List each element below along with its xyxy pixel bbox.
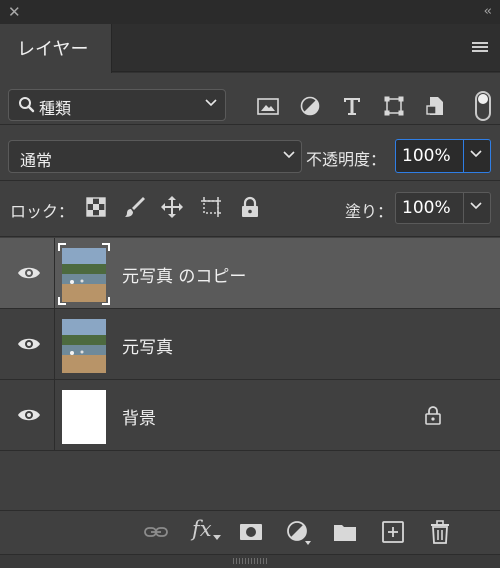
blend-mode-select[interactable]: 通常 [8, 140, 302, 173]
opacity-label: 不透明度： [306, 150, 387, 169]
layer-name[interactable]: 背景 [122, 404, 156, 429]
fx-dropdown-caret-icon [213, 535, 221, 540]
layer-thumbnail [62, 390, 106, 444]
tab-layers[interactable]: レイヤー [0, 24, 112, 73]
fill-value[interactable]: 100% [402, 198, 451, 218]
new-group-folder-icon[interactable] [332, 519, 358, 545]
chevron-down-icon [205, 99, 217, 107]
chevron-down-icon[interactable] [470, 202, 482, 210]
filter-kind-select[interactable]: 種類 [8, 89, 226, 121]
adjustment-filter-icon[interactable] [299, 95, 321, 117]
layer-style-fx-icon[interactable]: fx [192, 517, 212, 541]
layer-thumbnail [62, 319, 106, 373]
eye-icon[interactable] [17, 407, 41, 423]
resize-grip[interactable] [0, 554, 500, 568]
lock-artboard-icon[interactable] [199, 195, 223, 219]
opacity-input[interactable]: 100% [395, 139, 491, 173]
fill-input[interactable]: 100% [395, 192, 491, 224]
lock-all-icon[interactable] [238, 195, 262, 219]
layer-list: 元写真 のコピー 元写真 背景 [0, 238, 500, 451]
layers-panel: 種類 通常 不透明度： 100% ロック： 塗り： 100% 元写真 のコピー … [0, 73, 500, 568]
layer-actions-bar: fx [0, 510, 500, 554]
eye-icon[interactable] [17, 336, 41, 352]
search-icon [19, 97, 35, 113]
layer-row[interactable]: 元写真 のコピー [0, 238, 500, 309]
chevron-down-icon[interactable] [470, 150, 482, 158]
filter-toggle-switch[interactable] [475, 91, 491, 121]
layer-name[interactable]: 元写真 [122, 333, 173, 358]
visibility-cell [0, 238, 55, 309]
blend-row: 通常 不透明度： 100% [0, 126, 500, 181]
layer-name[interactable]: 元写真 のコピー [122, 262, 246, 287]
fill-label: 塗り： [345, 202, 394, 221]
new-adjustment-layer-icon[interactable] [285, 519, 311, 545]
add-mask-icon[interactable] [238, 519, 264, 545]
eye-icon[interactable] [17, 265, 41, 281]
layer-row[interactable]: 背景 [0, 380, 500, 451]
layer-row[interactable]: 元写真 [0, 309, 500, 380]
lock-position-move-icon[interactable] [160, 195, 184, 219]
chevron-down-icon [283, 151, 295, 159]
type-filter-icon[interactable] [341, 95, 363, 117]
new-layer-icon[interactable] [380, 519, 406, 545]
smart-object-filter-icon[interactable] [425, 95, 447, 117]
layer-thumbnail [62, 248, 106, 302]
lock-image-pixels-brush-icon[interactable] [123, 195, 147, 219]
blend-mode-value: 通常 [20, 151, 53, 170]
visibility-cell [0, 309, 55, 380]
visibility-cell [0, 380, 55, 451]
close-icon[interactable]: ✕ [8, 3, 21, 21]
filter-row: 種類 [0, 73, 500, 125]
panel-titlebar: ✕ ‹‹ [0, 0, 500, 24]
link-layers-icon[interactable] [143, 519, 169, 545]
delete-layer-trash-icon[interactable] [427, 519, 453, 545]
lock-label: ロック： [10, 202, 75, 221]
collapse-panel-icon[interactable]: ‹‹ [484, 3, 493, 21]
lock-icon[interactable] [424, 405, 442, 425]
tab-bar: レイヤー [0, 24, 500, 73]
shape-filter-icon[interactable] [383, 95, 405, 117]
opacity-value[interactable]: 100% [402, 146, 451, 166]
lock-transparent-pixels-icon[interactable] [84, 195, 108, 219]
lock-row: ロック： 塗り： 100% [0, 182, 500, 237]
filter-kind-label: 種類 [39, 99, 72, 118]
image-filter-icon[interactable] [257, 95, 279, 117]
panel-menu-icon[interactable] [472, 42, 488, 54]
